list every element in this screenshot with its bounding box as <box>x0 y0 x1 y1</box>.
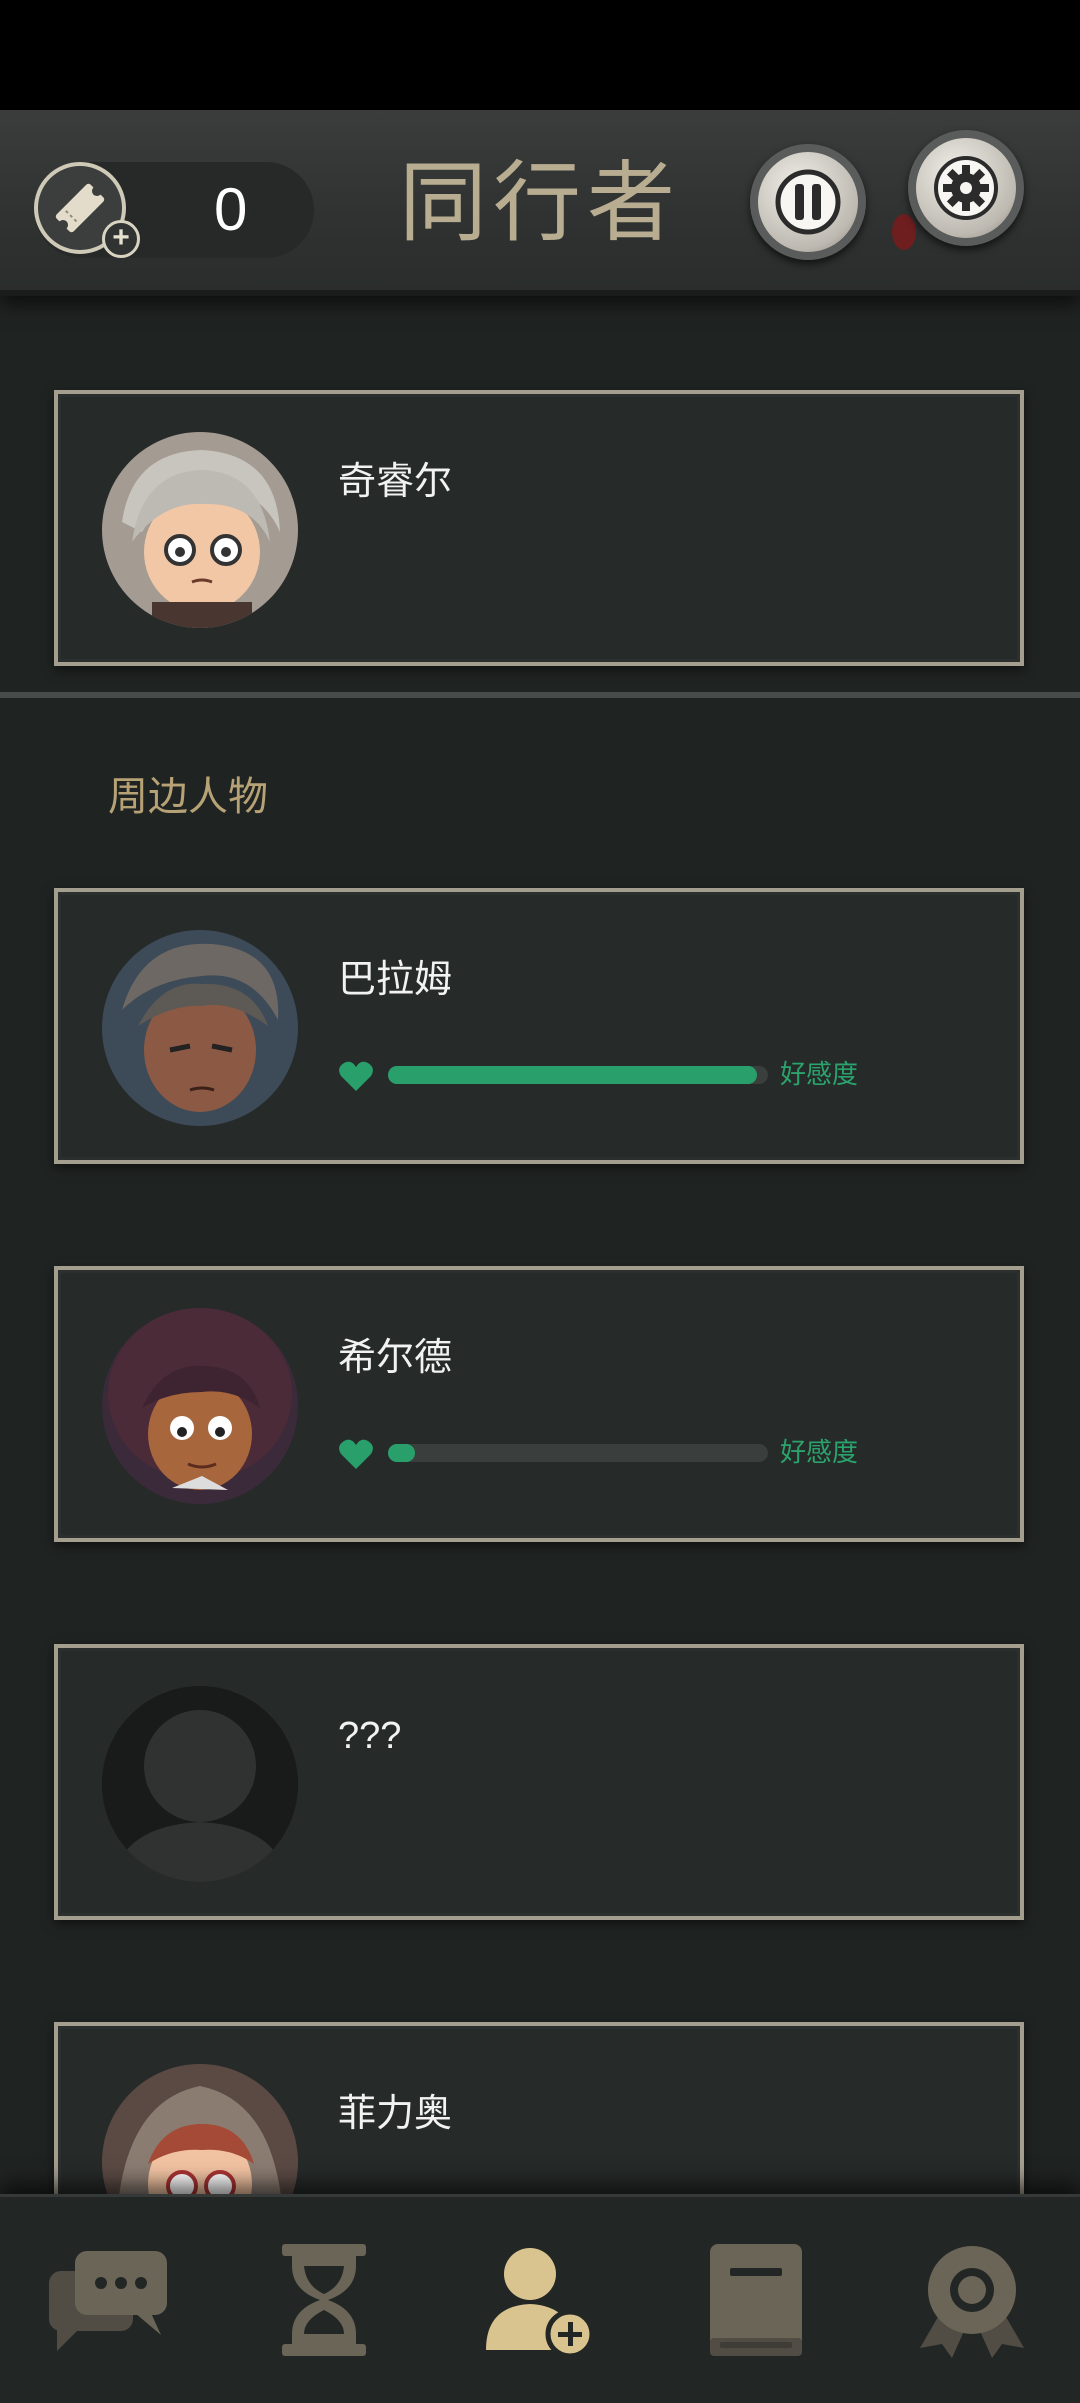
nav-journal[interactable] <box>648 2197 864 2403</box>
character-card[interactable]: ??? <box>54 1644 1024 1920</box>
chat-icon <box>49 2251 167 2351</box>
settings-button[interactable] <box>908 130 1024 246</box>
blood-stain <box>892 214 916 250</box>
character-name: ??? <box>338 1715 402 1757</box>
nav-companions[interactable] <box>432 2197 648 2403</box>
section-title: 周边人物 <box>108 775 268 819</box>
companion-add-icon <box>486 2248 595 2359</box>
affinity-bar <box>388 1444 768 1462</box>
player-card[interactable]: 奇睿尔 <box>54 390 1024 666</box>
character-card[interactable]: 希尔德 好感度 <box>54 1266 1024 1542</box>
nav-timeline[interactable] <box>216 2197 432 2403</box>
affinity-bar-fill <box>388 1066 757 1084</box>
status-bar <box>0 0 1080 110</box>
character-card[interactable]: 巴拉姆 好感度 <box>54 888 1024 1164</box>
heart-icon <box>339 1061 373 1091</box>
badge-icon <box>920 2246 1024 2358</box>
character-name: 希尔德 <box>338 1337 453 1379</box>
avatar-character <box>102 1308 298 1504</box>
avatar-character <box>102 930 298 1126</box>
character-name: 菲力奥 <box>338 2093 453 2135</box>
heart-icon <box>339 1439 373 1469</box>
avatar-player <box>102 432 298 628</box>
character-name: 巴拉姆 <box>338 959 453 1001</box>
pause-icon <box>775 169 841 235</box>
divider <box>0 692 1080 698</box>
hourglass-icon <box>282 2244 366 2356</box>
book-icon <box>710 2244 802 2356</box>
avatar-unknown <box>102 1686 298 1882</box>
bottom-nav <box>0 2194 1080 2403</box>
top-bar: + 0 同行者 <box>0 110 1080 296</box>
affinity-label: 好感度 <box>780 1437 859 1467</box>
gear-icon <box>934 156 998 220</box>
silhouette-icon <box>102 1686 298 1882</box>
nav-achievements[interactable] <box>864 2197 1080 2403</box>
affinity-bar-fill <box>388 1444 415 1462</box>
player-name: 奇睿尔 <box>338 461 453 503</box>
affinity-label: 好感度 <box>780 1059 859 1089</box>
affinity-bar <box>388 1066 768 1084</box>
nav-chat[interactable] <box>0 2197 216 2403</box>
pause-button[interactable] <box>750 144 866 260</box>
